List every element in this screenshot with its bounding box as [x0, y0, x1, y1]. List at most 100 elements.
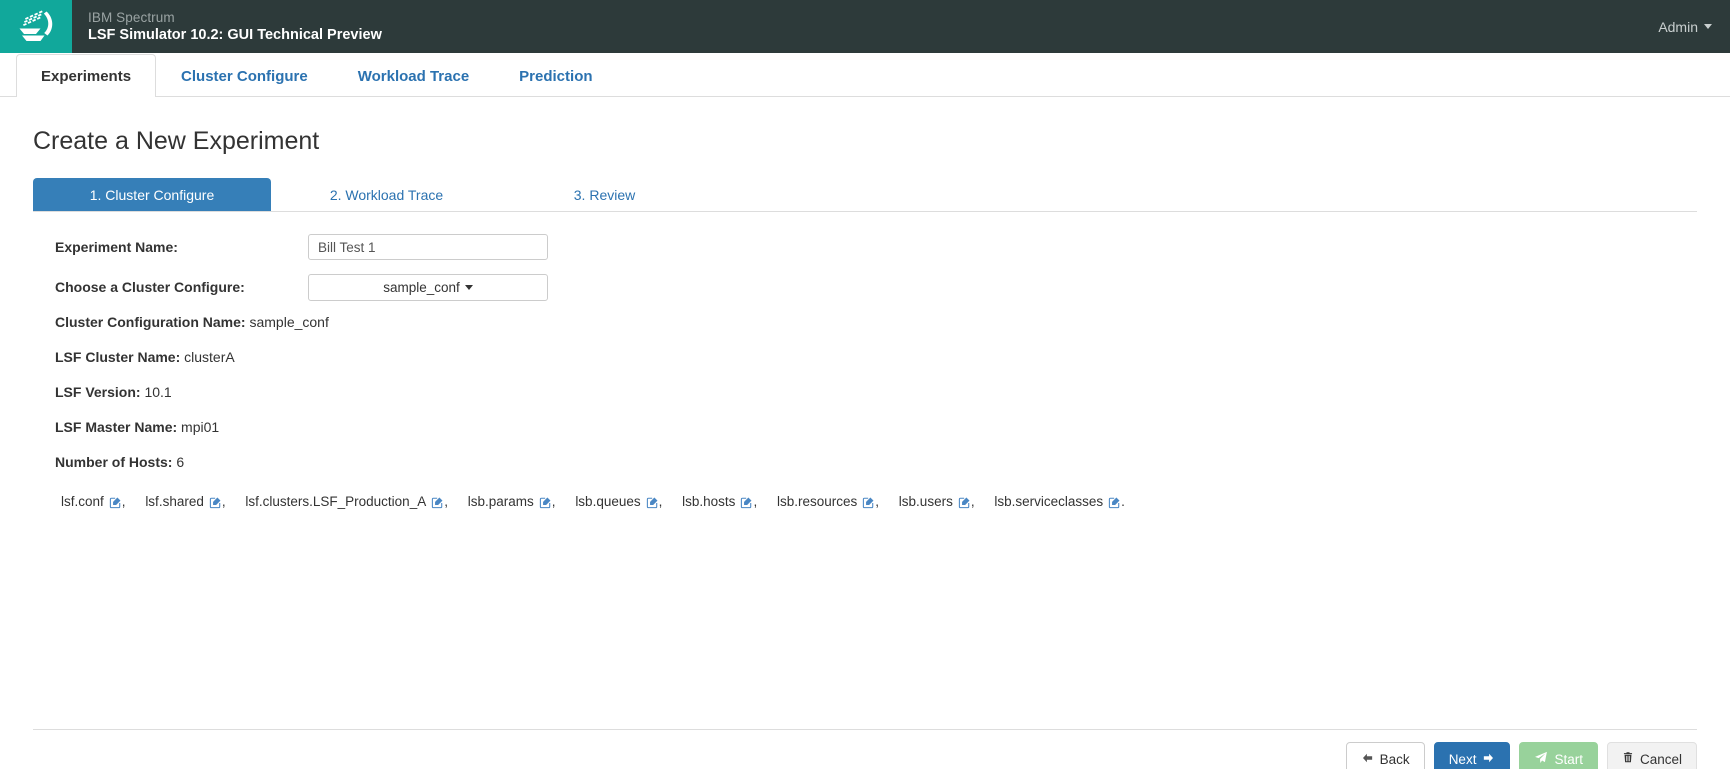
config-file-lsb-resources: lsb.resources ,	[777, 492, 879, 512]
experiment-name-input[interactable]	[308, 234, 548, 260]
chevron-down-icon	[464, 284, 473, 290]
config-file-lsf-conf: lsf.conf ,	[61, 492, 126, 512]
config-file-name: lsf.clusters.LSF_Production_A	[245, 494, 427, 509]
step-workload-trace[interactable]: 2. Workload Trace	[271, 178, 502, 211]
footer-actions: Back Next Start Cancel	[1345, 742, 1697, 769]
info-label: LSF Version:	[55, 384, 141, 400]
tab-experiments-label: Experiments	[41, 68, 132, 85]
cluster-info-list: Cluster Configuration Name: sample_conf …	[33, 313, 1697, 471]
info-value: 10.1	[144, 384, 172, 400]
edit-pencil-square-icon[interactable]	[862, 496, 875, 509]
app-logo	[0, 0, 72, 53]
info-lsf-version: LSF Version: 10.1	[33, 383, 1697, 401]
info-value: 6	[176, 454, 185, 470]
config-file-separator: ,	[753, 494, 758, 509]
tab-cluster-configure[interactable]: Cluster Configure	[156, 54, 333, 97]
footer-divider	[33, 729, 1697, 730]
form-area: Experiment Name: Choose a Cluster Config…	[33, 212, 1697, 512]
cluster-configure-select[interactable]: sample_conf	[308, 273, 548, 301]
config-file-separator: ,	[658, 494, 663, 509]
config-file-name: lsf.conf	[61, 494, 104, 509]
config-file-name: lsb.params	[467, 494, 534, 509]
caret-down-icon	[1704, 24, 1712, 29]
config-file-lsb-users: lsb.users ,	[899, 492, 975, 512]
primary-nav: Experiments Cluster Configure Workload T…	[0, 53, 1730, 97]
config-file-lsb-hosts: lsb.hosts ,	[682, 492, 757, 512]
edit-pencil-square-icon[interactable]	[958, 496, 971, 509]
config-file-separator: ,	[551, 494, 556, 509]
edit-pencil-square-icon[interactable]	[209, 496, 222, 509]
config-file-lsb-queues: lsb.queues ,	[575, 492, 662, 512]
start-button[interactable]: Start	[1519, 742, 1598, 769]
step-review-label: 3. Review	[573, 187, 636, 203]
config-file-name: lsb.queues	[575, 494, 641, 509]
next-button[interactable]: Next	[1433, 742, 1511, 769]
info-value: clusterA	[184, 349, 235, 365]
experiment-name-label: Experiment Name:	[55, 239, 178, 255]
brand-block: IBM Spectrum LSF Simulator 10.2: GUI Tec…	[72, 0, 382, 53]
config-file-name: lsb.hosts	[682, 494, 736, 509]
cancel-button[interactable]: Cancel	[1606, 742, 1697, 769]
arrow-right-icon	[1482, 752, 1495, 767]
config-file-separator: ,	[875, 494, 880, 509]
config-file-separator: .	[1121, 494, 1125, 509]
edit-pencil-square-icon[interactable]	[740, 496, 753, 509]
config-file-separator: ,	[970, 494, 975, 509]
admin-menu-label: Admin	[1658, 18, 1698, 35]
edit-pencil-square-icon[interactable]	[109, 496, 122, 509]
back-button[interactable]: Back	[1345, 742, 1425, 769]
trash-icon	[1622, 751, 1634, 767]
step-cluster-configure[interactable]: 1. Cluster Configure	[33, 178, 271, 211]
edit-pencil-square-icon[interactable]	[1108, 496, 1121, 509]
cluster-configure-select-value: sample_conf	[383, 279, 460, 295]
tab-prediction[interactable]: Prediction	[494, 54, 617, 97]
config-file-separator: ,	[221, 494, 226, 509]
config-file-lsf-clusters-lsf-production-a: lsf.clusters.LSF_Production_A ,	[245, 492, 448, 512]
config-file-separator: ,	[121, 494, 126, 509]
config-file-name: lsb.users	[898, 494, 953, 509]
info-value: mpi01	[181, 419, 220, 435]
config-file-separator: ,	[444, 494, 448, 509]
edit-pencil-square-icon[interactable]	[539, 496, 552, 509]
step-cluster-configure-label: 1. Cluster Configure	[89, 187, 215, 203]
config-file-list: lsf.conf , lsf.shared , lsf.clusters.LSF…	[33, 492, 1697, 512]
paper-plane-icon	[1534, 751, 1548, 767]
info-label: Number of Hosts:	[55, 454, 173, 470]
app-header: IBM Spectrum LSF Simulator 10.2: GUI Tec…	[0, 0, 1730, 53]
config-file-lsf-shared: lsf.shared ,	[145, 492, 225, 512]
tab-workload-trace[interactable]: Workload Trace	[333, 54, 494, 97]
config-file-name: lsb.resources	[776, 494, 858, 509]
info-value: sample_conf	[249, 314, 329, 330]
experiment-name-row: Experiment Name:	[33, 229, 1697, 265]
info-label: LSF Master Name:	[55, 419, 178, 435]
cancel-button-label: Cancel	[1639, 751, 1682, 767]
info-lsf-cluster-name: LSF Cluster Name: clusterA	[33, 348, 1697, 366]
next-button-label: Next	[1448, 751, 1477, 767]
arrow-left-icon	[1361, 752, 1374, 767]
edit-pencil-square-icon[interactable]	[431, 496, 444, 509]
page-content: Create a New Experiment 1. Cluster Confi…	[0, 126, 1730, 769]
tab-cluster-configure-label: Cluster Configure	[181, 68, 308, 85]
info-number-of-hosts: Number of Hosts: 6	[33, 453, 1697, 471]
info-label: Cluster Configuration Name:	[55, 314, 246, 330]
tab-workload-trace-label: Workload Trace	[357, 68, 470, 85]
info-cluster-configuration-name: Cluster Configuration Name: sample_conf	[33, 313, 1697, 331]
step-workload-trace-label: 2. Workload Trace	[329, 187, 444, 203]
start-button-label: Start	[1554, 751, 1583, 767]
wizard-steps: 1. Cluster Configure 2. Workload Trace 3…	[33, 178, 1697, 212]
config-file-lsb-params: lsb.params ,	[468, 492, 556, 512]
config-file-name: lsb.serviceclasses	[994, 494, 1104, 509]
info-lsf-master-name: LSF Master Name: mpi01	[33, 418, 1697, 436]
tab-experiments[interactable]: Experiments	[16, 54, 157, 97]
tab-prediction-label: Prediction	[519, 68, 593, 85]
step-review[interactable]: 3. Review	[502, 178, 707, 211]
brand-subtitle: IBM Spectrum	[88, 10, 175, 25]
edit-pencil-square-icon[interactable]	[646, 496, 659, 509]
config-file-name: lsf.shared	[145, 494, 204, 509]
brand-title: LSF Simulator 10.2: GUI Technical Previe…	[88, 27, 382, 43]
admin-menu[interactable]: Admin	[1658, 0, 1730, 53]
info-label: LSF Cluster Name:	[55, 349, 181, 365]
page-title: Create a New Experiment	[33, 127, 320, 155]
cluster-configure-label: Choose a Cluster Configure:	[55, 279, 245, 295]
ibm-spectrum-logo-icon	[13, 7, 59, 47]
